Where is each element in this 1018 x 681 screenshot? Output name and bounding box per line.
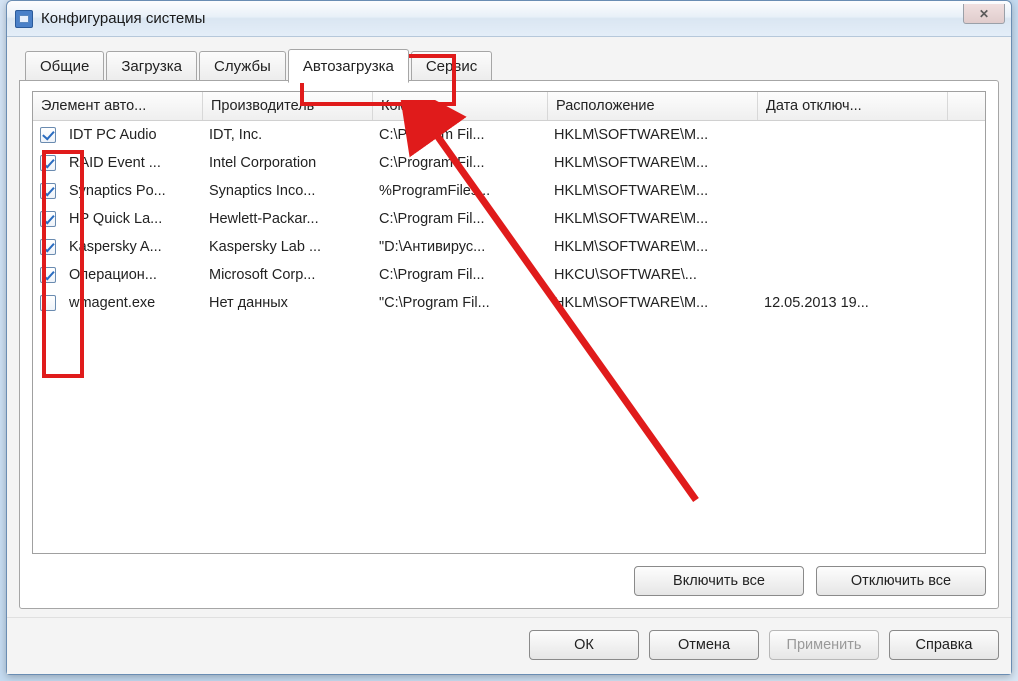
startup-panel: Элемент авто... Производитель Команда Ра… bbox=[19, 80, 999, 609]
cell-date: 12.05.2013 19... bbox=[758, 293, 948, 313]
tab-label: Общие bbox=[40, 58, 89, 75]
dialog-button-bar: ОК Отмена Применить Справка bbox=[7, 617, 1011, 674]
cell-command: "D:\Антивирус... bbox=[373, 237, 548, 257]
checkbox[interactable] bbox=[40, 267, 56, 283]
cell-location: HKLM\SOFTWARE\M... bbox=[548, 153, 758, 173]
listview-header[interactable]: Элемент авто... Производитель Команда Ра… bbox=[33, 92, 985, 121]
tab-label: Автозагрузка bbox=[303, 58, 394, 75]
cell-location: HKLM\SOFTWARE\M... bbox=[548, 209, 758, 229]
col-item[interactable]: Элемент авто... bbox=[33, 92, 203, 120]
col-command[interactable]: Команда bbox=[373, 92, 548, 120]
titlebar[interactable]: Конфигурация системы ✕ bbox=[7, 1, 1011, 37]
cell-manufacturer: Intel Corporation bbox=[203, 153, 373, 173]
tab-label: Службы bbox=[214, 58, 271, 75]
cell-command: %ProgramFiles... bbox=[373, 181, 548, 201]
tabs-strip: Общие Загрузка Службы Автозагрузка Серви… bbox=[19, 49, 999, 81]
startup-listview[interactable]: Элемент авто... Производитель Команда Ра… bbox=[32, 91, 986, 554]
disable-all-button[interactable]: Отключить все bbox=[816, 566, 986, 596]
cell-item: HP Quick La... bbox=[63, 209, 203, 229]
tab-label: Сервис bbox=[426, 58, 477, 75]
cell-location: HKLM\SOFTWARE\M... bbox=[548, 293, 758, 313]
checkbox[interactable] bbox=[40, 155, 56, 171]
panel-buttons: Включить все Отключить все bbox=[32, 566, 986, 596]
checkbox[interactable] bbox=[40, 127, 56, 143]
cell-location: HKLM\SOFTWARE\M... bbox=[548, 237, 758, 257]
col-manufacturer[interactable]: Производитель bbox=[203, 92, 373, 120]
cell-manufacturer: Нет данных bbox=[203, 293, 373, 313]
checkbox[interactable] bbox=[40, 183, 56, 199]
table-row[interactable]: Операцион...Microsoft Corp...C:\Program … bbox=[33, 261, 985, 289]
enable-all-button[interactable]: Включить все bbox=[634, 566, 804, 596]
table-row[interactable]: wmagent.exeНет данных"C:\Program Fil...H… bbox=[33, 289, 985, 317]
apply-button[interactable]: Применить bbox=[769, 630, 879, 660]
cell-command: C:\Program Fil... bbox=[373, 265, 548, 285]
tab-label: Загрузка bbox=[121, 58, 182, 75]
tab-tools[interactable]: Сервис bbox=[411, 51, 492, 81]
cell-command: C:\Program Fil... bbox=[373, 125, 548, 145]
window-icon bbox=[15, 10, 33, 28]
cell-command: C:\Program Fil... bbox=[373, 153, 548, 173]
tab-content-area: Общие Загрузка Службы Автозагрузка Серви… bbox=[7, 37, 1011, 617]
cell-date bbox=[758, 133, 948, 137]
cell-manufacturer: Hewlett-Packar... bbox=[203, 209, 373, 229]
table-row[interactable]: IDT PC AudioIDT, Inc.C:\Program Fil...HK… bbox=[33, 121, 985, 149]
cell-manufacturer: Microsoft Corp... bbox=[203, 265, 373, 285]
cell-date bbox=[758, 273, 948, 277]
window-title: Конфигурация системы bbox=[41, 10, 205, 27]
table-row[interactable]: HP Quick La...Hewlett-Packar...C:\Progra… bbox=[33, 205, 985, 233]
cell-command: C:\Program Fil... bbox=[373, 209, 548, 229]
ok-button[interactable]: ОК bbox=[529, 630, 639, 660]
cell-manufacturer: IDT, Inc. bbox=[203, 125, 373, 145]
tab-startup[interactable]: Автозагрузка bbox=[288, 49, 409, 83]
cell-item: Операцион... bbox=[63, 265, 203, 285]
checkbox[interactable] bbox=[40, 239, 56, 255]
msconfig-window: Конфигурация системы ✕ Общие Загрузка Сл… bbox=[6, 0, 1012, 675]
cell-manufacturer: Synaptics Inco... bbox=[203, 181, 373, 201]
help-button[interactable]: Справка bbox=[889, 630, 999, 660]
col-location[interactable]: Расположение bbox=[548, 92, 758, 120]
cell-location: HKLM\SOFTWARE\M... bbox=[548, 181, 758, 201]
close-icon: ✕ bbox=[979, 7, 989, 21]
table-row[interactable]: Synaptics Po...Synaptics Inco...%Program… bbox=[33, 177, 985, 205]
cell-item: Kaspersky A... bbox=[63, 237, 203, 257]
cell-item: wmagent.exe bbox=[63, 293, 203, 313]
cell-date bbox=[758, 217, 948, 221]
cell-date bbox=[758, 245, 948, 249]
checkbox[interactable] bbox=[40, 211, 56, 227]
cell-location: HKCU\SOFTWARE\... bbox=[548, 265, 758, 285]
cell-item: Synaptics Po... bbox=[63, 181, 203, 201]
cancel-button[interactable]: Отмена bbox=[649, 630, 759, 660]
cell-item: RAID Event ... bbox=[63, 153, 203, 173]
cell-date bbox=[758, 189, 948, 193]
cell-item: IDT PC Audio bbox=[63, 125, 203, 145]
cell-date bbox=[758, 161, 948, 165]
table-row[interactable]: RAID Event ...Intel CorporationC:\Progra… bbox=[33, 149, 985, 177]
listview-body: IDT PC AudioIDT, Inc.C:\Program Fil...HK… bbox=[33, 121, 985, 553]
checkbox[interactable] bbox=[40, 295, 56, 311]
tab-boot[interactable]: Загрузка bbox=[106, 51, 197, 81]
col-date-disabled[interactable]: Дата отключ... bbox=[758, 92, 948, 120]
close-button[interactable]: ✕ bbox=[963, 4, 1005, 24]
cell-location: HKLM\SOFTWARE\M... bbox=[548, 125, 758, 145]
cell-command: "C:\Program Fil... bbox=[373, 293, 548, 313]
table-row[interactable]: Kaspersky A...Kaspersky Lab ..."D:\Антив… bbox=[33, 233, 985, 261]
tab-services[interactable]: Службы bbox=[199, 51, 286, 81]
cell-manufacturer: Kaspersky Lab ... bbox=[203, 237, 373, 257]
tab-general[interactable]: Общие bbox=[25, 51, 104, 81]
